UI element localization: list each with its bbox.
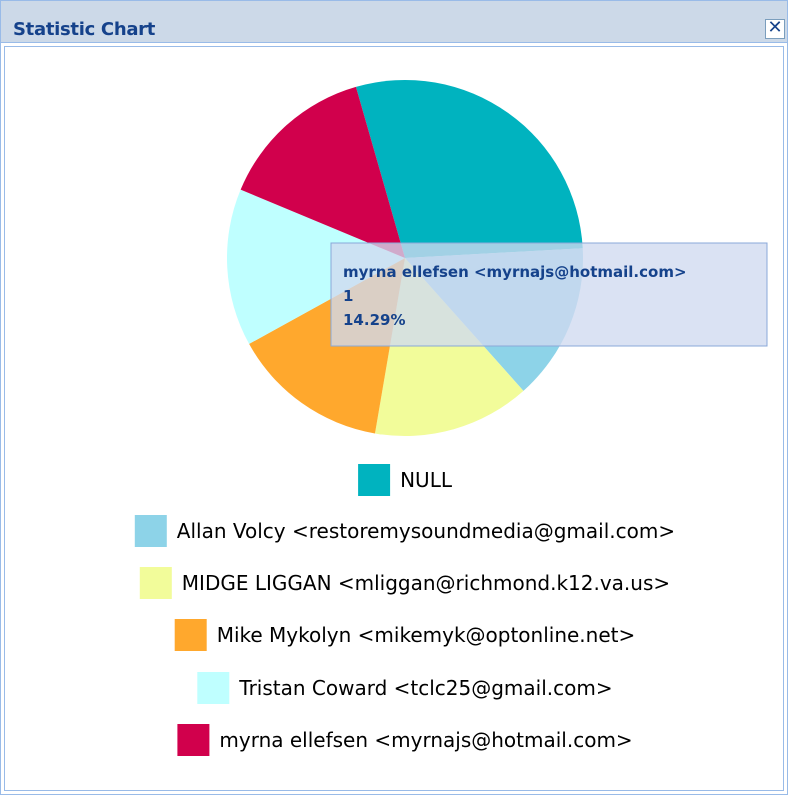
legend-label: Allan Volcy <restoremysoundmedia@gmail.c… [177,519,675,543]
legend-item-0[interactable]: NULL [358,464,453,496]
legend-item-3[interactable]: Mike Mykolyn <mikemyk@optonline.net> [174,619,636,651]
legend-swatch [197,672,230,704]
legend-swatch [134,515,167,547]
legend-label: MIDGE LIGGAN <mliggan@richmond.k12.va.us… [182,571,670,595]
legend: NULL Allan Volcy <restoremysoundmedia@gma… [134,464,675,756]
legend-swatch [139,567,172,599]
legend-swatch [358,464,391,496]
tooltip-name: myrna ellefsen <myrnajs@hotmail.com> [343,263,687,281]
legend-swatch [177,724,210,756]
pie-chart: NULL Allan Volcy <restoremysoundmedia@gma… [134,80,768,756]
legend-swatch [174,619,207,651]
tooltip: myrna ellefsen <myrnajs@hotmail.com> 1 1… [330,242,768,347]
legend-item-4[interactable]: Tristan Coward <tclc25@gmail.com> [197,672,613,704]
legend-item-1[interactable]: Allan Volcy <restoremysoundmedia@gmail.c… [134,515,675,547]
legend-label: myrna ellefsen <myrnajs@hotmail.com> [219,728,632,752]
legend-label: Tristan Coward <tclc25@gmail.com> [238,676,612,700]
legend-label: NULL [400,468,453,492]
legend-label: Mike Mykolyn <mikemyk@optonline.net> [217,623,636,647]
tooltip-box [330,242,768,347]
tooltip-percent: 14.29% [343,311,405,329]
legend-item-5[interactable]: myrna ellefsen <myrnajs@hotmail.com> [177,724,633,756]
legend-item-2[interactable]: MIDGE LIGGAN <mliggan@richmond.k12.va.us… [139,567,670,599]
tooltip-value: 1 [343,287,353,305]
